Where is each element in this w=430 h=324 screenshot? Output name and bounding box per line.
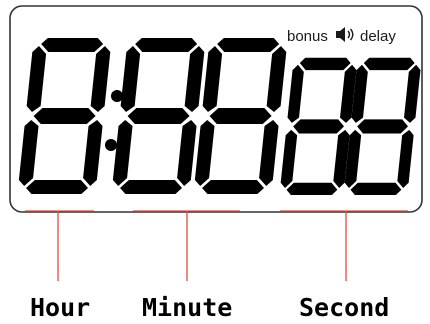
bonus-indicator: bonus xyxy=(287,28,328,45)
minute-label: Minute xyxy=(142,293,232,322)
colon-dot-top xyxy=(111,90,123,102)
lcd-diagram-svg: bonus delay Hour Minute Second xyxy=(9,5,423,322)
hour-label: Hour xyxy=(30,293,90,322)
lcd-diagram: bonus delay Hour Minute Second xyxy=(0,0,430,324)
hour-digit xyxy=(18,38,111,194)
minute-ones-digit xyxy=(194,38,287,194)
colon-dot-bottom xyxy=(105,139,117,151)
second-label: Second xyxy=(299,293,389,322)
delay-indicator: delay xyxy=(360,28,396,45)
minute-tens-digit xyxy=(112,38,205,194)
speaker-icon xyxy=(336,27,354,42)
pointers xyxy=(25,210,408,281)
